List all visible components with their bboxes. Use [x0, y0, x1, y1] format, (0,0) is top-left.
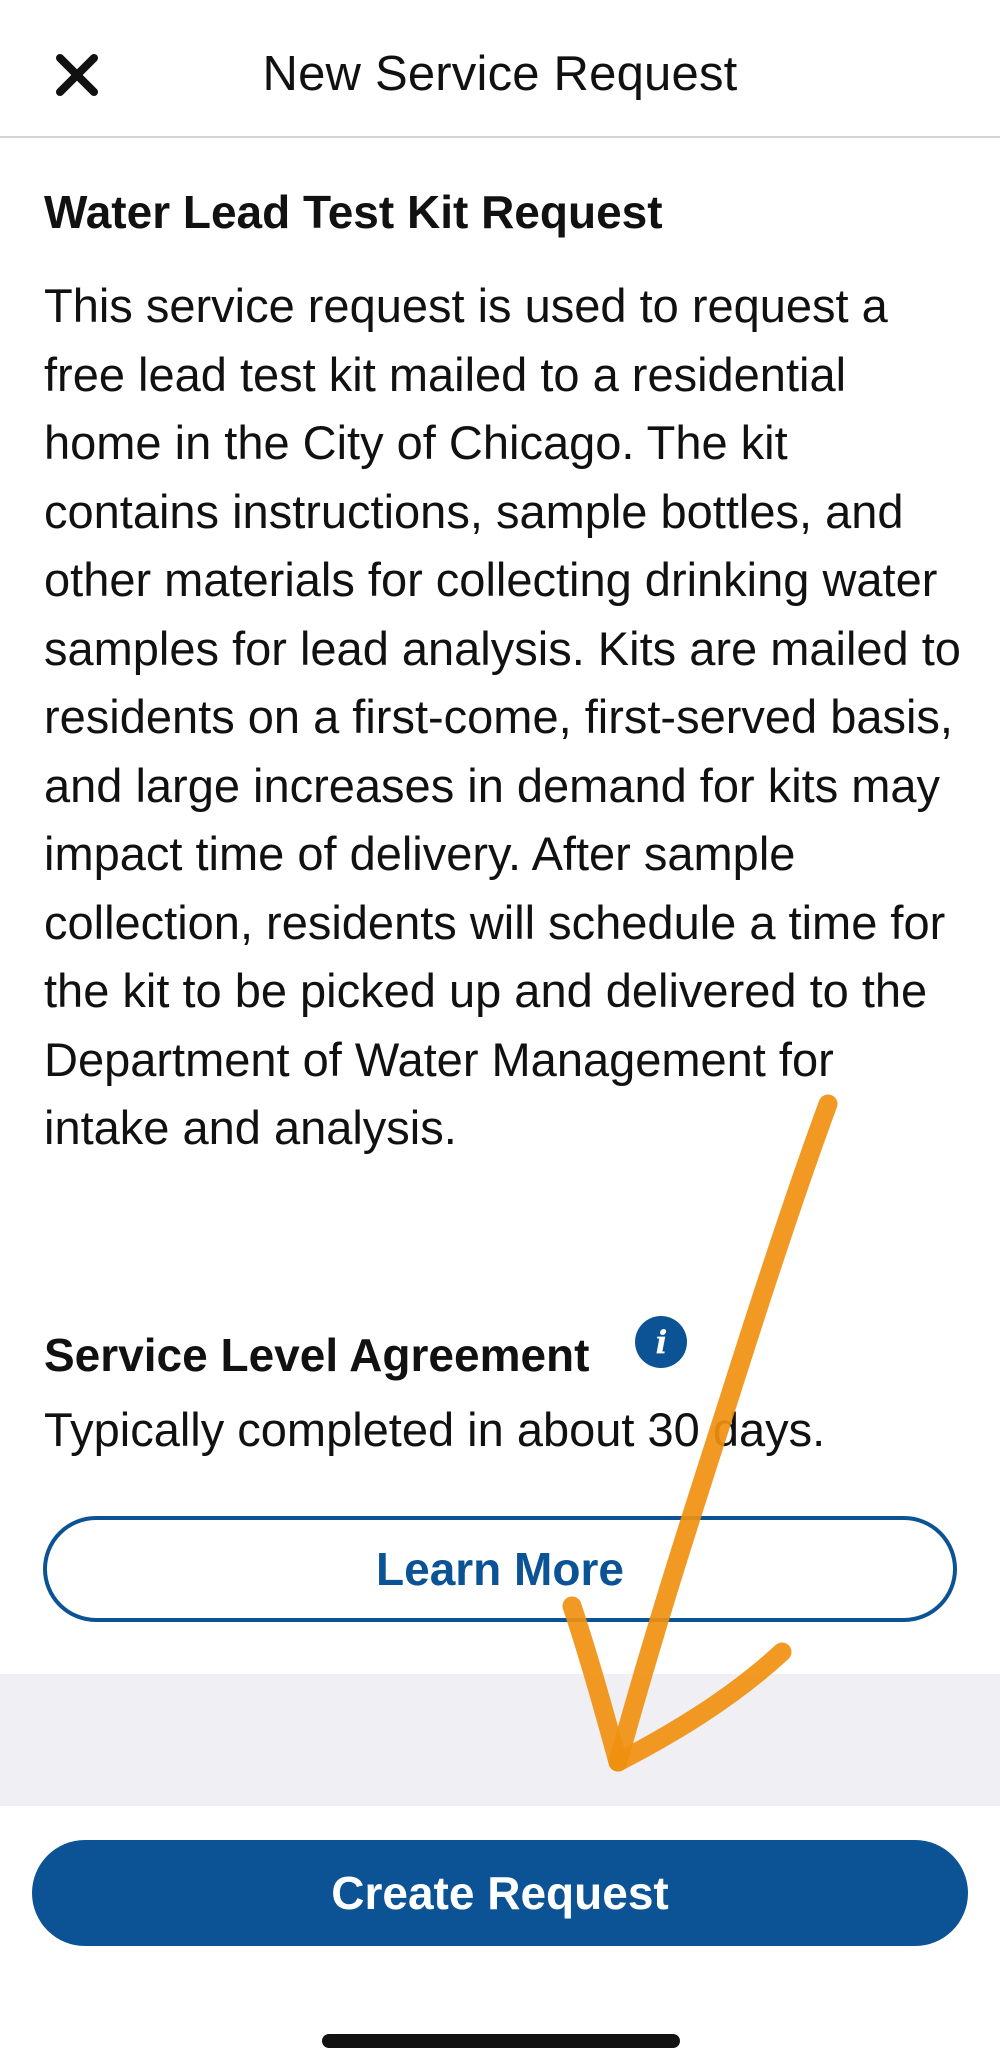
header-bar: New Service Request [0, 0, 1000, 138]
request-title: Water Lead Test Kit Request [44, 186, 663, 238]
sla-text: Typically completed in about 30 days. [44, 1403, 826, 1456]
request-description: This service request is used to request … [44, 279, 961, 1154]
sla-title-row: Service Level Agreement i [44, 1316, 964, 1390]
service-level-agreement: Service Level Agreement i Typically comp… [44, 1316, 964, 1464]
page-title: New Service Request [262, 47, 738, 101]
create-request-button[interactable]: Create Request [32, 1840, 968, 1946]
request-details: Water Lead Test Kit Request This service… [44, 182, 964, 1163]
sla-title: Service Level Agreement [44, 1329, 590, 1381]
learn-more-button[interactable]: Learn More [43, 1516, 957, 1622]
info-icon[interactable]: i [635, 1316, 688, 1368]
service-request-screen: New Service Request Water Lead Test Kit … [0, 0, 1000, 2069]
section-divider-band [0, 1674, 1000, 1806]
home-indicator[interactable] [322, 2034, 680, 2048]
